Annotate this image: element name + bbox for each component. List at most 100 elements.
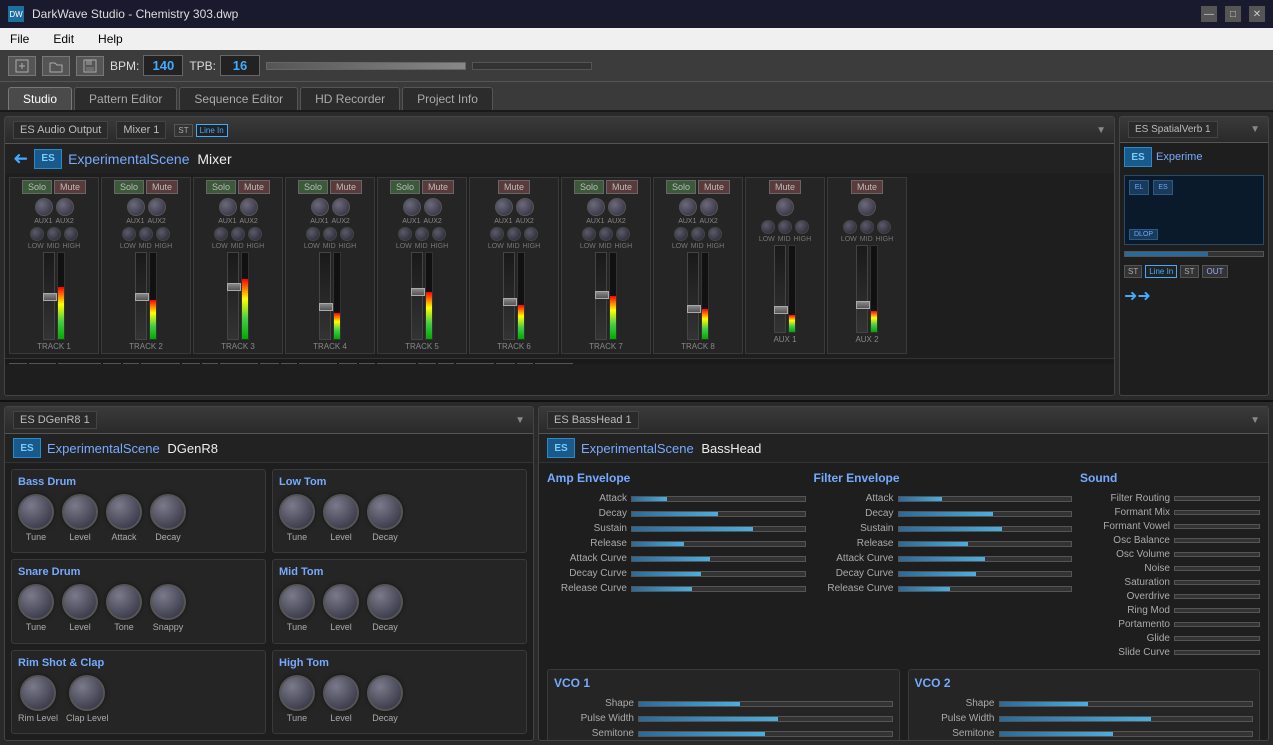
- amp-release-curve-slider[interactable]: [631, 586, 806, 592]
- route-trk3in[interactable]: TRK3IN: [299, 363, 337, 364]
- sound-osc-balance-slider[interactable]: [1174, 538, 1260, 543]
- minimize-button[interactable]: —: [1201, 6, 1217, 22]
- mute-btn-t3[interactable]: Mute: [238, 180, 270, 194]
- route-st-out[interactable]: ST: [9, 363, 27, 364]
- high-eq-a1[interactable]: [795, 220, 809, 234]
- open-button[interactable]: [42, 56, 70, 76]
- sv-st-2[interactable]: ST: [1180, 265, 1198, 278]
- bass-drum-level-knob[interactable]: [62, 494, 98, 530]
- route-in-6[interactable]: IN: [517, 363, 533, 364]
- tab-studio[interactable]: Studio: [8, 87, 72, 110]
- fader-t7[interactable]: [595, 252, 607, 340]
- high-eq-t5[interactable]: [432, 227, 446, 241]
- route-in-1[interactable]: IN: [123, 363, 139, 364]
- filt-decay-curve-slider[interactable]: [898, 571, 1073, 577]
- sound-osc-volume-slider[interactable]: [1174, 552, 1260, 557]
- fader-t1[interactable]: [43, 252, 55, 340]
- mute-btn-aux1[interactable]: Mute: [769, 180, 801, 194]
- mid-eq-t8[interactable]: [691, 227, 705, 241]
- sound-filter-routing-slider[interactable]: [1174, 496, 1260, 501]
- aux1-knob-t7[interactable]: [587, 198, 605, 216]
- bass-drum-tune-knob[interactable]: [18, 494, 54, 530]
- spatialverb-collapse[interactable]: ▼: [1250, 124, 1260, 135]
- filt-release-curve-slider[interactable]: [898, 586, 1073, 592]
- aux1-knob-t8[interactable]: [679, 198, 697, 216]
- mid-eq-a1[interactable]: [778, 220, 792, 234]
- menu-help[interactable]: Help: [92, 30, 129, 48]
- sound-slide-curve-slider[interactable]: [1174, 650, 1260, 655]
- mute-btn-t4[interactable]: Mute: [330, 180, 362, 194]
- fader-t4[interactable]: [319, 252, 331, 340]
- fader-t3[interactable]: [227, 252, 239, 340]
- new-button[interactable]: [8, 56, 36, 76]
- route-st-3[interactable]: ST: [182, 363, 200, 364]
- high-tom-level-knob[interactable]: [323, 675, 359, 711]
- amp-decay-curve-slider[interactable]: [631, 571, 806, 577]
- vco2-shape-slider[interactable]: [999, 701, 1254, 707]
- bass-drum-attack-knob[interactable]: [106, 494, 142, 530]
- bpm-value[interactable]: 140: [143, 55, 183, 76]
- snare-snappy-knob[interactable]: [150, 584, 186, 620]
- high-eq-t3[interactable]: [248, 227, 262, 241]
- mute-btn-t5[interactable]: Mute: [422, 180, 454, 194]
- aux1-knob-t1[interactable]: [35, 198, 53, 216]
- sound-formant-vowel-slider[interactable]: [1174, 524, 1260, 529]
- mid-eq-t5[interactable]: [415, 227, 429, 241]
- aux1-knob-a1[interactable]: [776, 198, 794, 216]
- solo-btn-t2[interactable]: Solo: [114, 180, 144, 194]
- low-eq-a2[interactable]: [843, 220, 857, 234]
- sv-line-in[interactable]: Line In: [1145, 265, 1177, 278]
- low-eq-t1[interactable]: [30, 227, 44, 241]
- aux1-knob-t4[interactable]: [311, 198, 329, 216]
- mute-btn-t2[interactable]: Mute: [146, 180, 178, 194]
- snare-level-knob[interactable]: [62, 584, 98, 620]
- aux2-knob-t4[interactable]: [332, 198, 350, 216]
- tab-pattern-editor[interactable]: Pattern Editor: [74, 87, 177, 110]
- aux1-knob-t3[interactable]: [219, 198, 237, 216]
- vco1-semitone-slider[interactable]: [638, 731, 893, 737]
- snare-tone-knob[interactable]: [106, 584, 142, 620]
- mid-tom-tune-knob[interactable]: [279, 584, 315, 620]
- fader-t8[interactable]: [687, 252, 699, 340]
- filt-attack-curve-slider[interactable]: [898, 556, 1073, 562]
- route-st-2[interactable]: ST: [103, 363, 121, 364]
- route-output[interactable]: OUTPUT: [58, 363, 101, 364]
- snare-tune-knob[interactable]: [18, 584, 54, 620]
- route-trk6in[interactable]: TRK6IN: [535, 363, 573, 364]
- aux2-knob-t2[interactable]: [148, 198, 166, 216]
- save-button[interactable]: [76, 56, 104, 76]
- tab-sequence-editor[interactable]: Sequence Editor: [179, 87, 298, 110]
- low-eq-t5[interactable]: [398, 227, 412, 241]
- filt-attack-slider[interactable]: [898, 496, 1073, 502]
- mute-btn-t7[interactable]: Mute: [606, 180, 638, 194]
- fader-t2[interactable]: [135, 252, 147, 340]
- low-eq-a1[interactable]: [761, 220, 775, 234]
- amp-attack-curve-slider[interactable]: [631, 556, 806, 562]
- mid-eq-t4[interactable]: [323, 227, 337, 241]
- titlebar-controls[interactable]: — □ ✕: [1201, 6, 1265, 22]
- filt-sustain-slider[interactable]: [898, 526, 1073, 532]
- mixer-collapse-arrow[interactable]: ▼: [1096, 125, 1106, 136]
- route-trk1in[interactable]: TRK1IN: [141, 363, 179, 364]
- low-eq-t2[interactable]: [122, 227, 136, 241]
- menu-edit[interactable]: Edit: [47, 30, 80, 48]
- aux2-knob-t3[interactable]: [240, 198, 258, 216]
- route-st-6[interactable]: ST: [418, 363, 436, 364]
- sound-formant-mix-slider[interactable]: [1174, 510, 1260, 515]
- low-eq-t4[interactable]: [306, 227, 320, 241]
- mute-btn-t8[interactable]: Mute: [698, 180, 730, 194]
- vco1-shape-slider[interactable]: [638, 701, 893, 707]
- low-tom-level-knob[interactable]: [323, 494, 359, 530]
- aux2-knob-t5[interactable]: [424, 198, 442, 216]
- high-eq-t4[interactable]: [340, 227, 354, 241]
- aux1-knob-t2[interactable]: [127, 198, 145, 216]
- aux1-knob-a2[interactable]: [858, 198, 876, 216]
- sound-glide-slider[interactable]: [1174, 636, 1260, 641]
- sound-ring-mod-slider[interactable]: [1174, 608, 1260, 613]
- mid-eq-t6[interactable]: [507, 227, 521, 241]
- mute-btn-t6[interactable]: Mute: [498, 180, 530, 194]
- aux2-knob-t8[interactable]: [700, 198, 718, 216]
- bass-drum-decay-knob[interactable]: [150, 494, 186, 530]
- high-eq-a2[interactable]: [877, 220, 891, 234]
- solo-btn-t5[interactable]: Solo: [390, 180, 420, 194]
